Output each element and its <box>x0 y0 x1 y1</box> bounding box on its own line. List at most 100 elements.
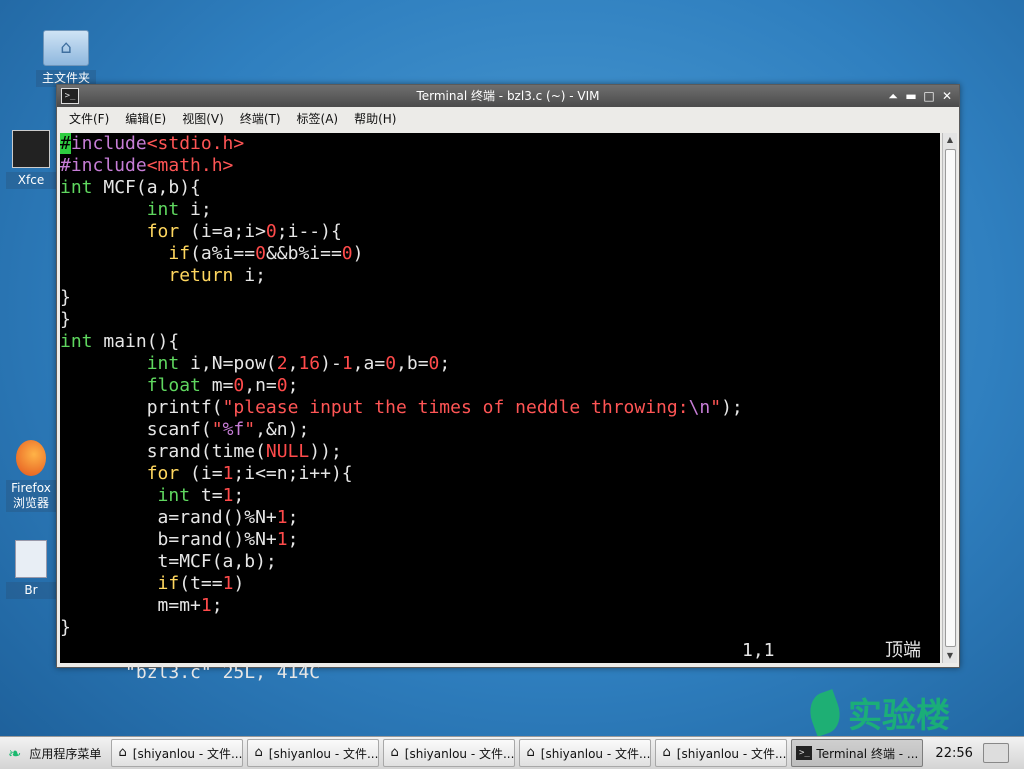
desktop-icon-firefox[interactable]: Firefox 浏览器 <box>6 440 56 512</box>
menu-view[interactable]: 视图(V) <box>174 107 232 131</box>
code-line: b=rand()%N+1; <box>60 529 743 551</box>
code-token-num: 0 <box>385 353 397 374</box>
taskbar-task-label: [shiyanlou - 文件... <box>268 746 379 761</box>
scroll-up-icon[interactable]: ▲ <box>943 133 957 147</box>
app-menu-button[interactable]: ❧ 应用程序菜单 <box>0 739 107 767</box>
vim-status-line: "bzl3.c" 25L, 414C 1,1 顶端 <box>60 640 940 683</box>
tray-keyboard-icon[interactable] <box>983 743 1010 763</box>
folder-icon: ⌂ <box>390 745 399 760</box>
code-token: ); <box>721 397 743 418</box>
code-token: ; <box>287 529 299 550</box>
code-line: if(a%i==0&&b%i==0) <box>60 243 743 265</box>
menu-tabs[interactable]: 标签(A) <box>289 107 347 131</box>
taskbar-task-label: [shiyanlou - 文件... <box>132 746 243 761</box>
code-token-type: float <box>146 375 201 396</box>
maximize-icon[interactable]: □ <box>921 88 937 104</box>
code-line: t=MCF(a,b); <box>60 551 743 573</box>
code-token: ; <box>287 507 299 528</box>
watermark-text: 实验楼 <box>848 696 950 736</box>
code-token-str: " <box>244 419 256 440</box>
menu-file[interactable]: 文件(F) <box>61 107 117 131</box>
close-icon[interactable]: ✕ <box>939 88 955 104</box>
code-token-sc: %f <box>222 419 245 440</box>
code-token: } <box>60 617 71 638</box>
desktop-icon-home[interactable]: 主文件夹 <box>36 30 96 87</box>
code-token-type: int <box>60 331 93 352</box>
code-token: } <box>60 287 71 308</box>
code-token-num: NULL <box>265 441 310 462</box>
scroll-down-icon[interactable]: ▼ <box>943 649 957 663</box>
menu-edit[interactable]: 编辑(E) <box>117 107 174 131</box>
code-token: MCF(a,b){ <box>92 177 201 198</box>
code-token: (i=a;i> <box>179 221 266 242</box>
code-line: #include<math.h> <box>60 155 743 177</box>
code-token-pre: include <box>70 133 147 154</box>
code-token: (a%i== <box>190 243 256 264</box>
home-folder-icon <box>43 30 89 66</box>
code-line: #include<stdio.h> <box>60 133 743 155</box>
code-token-str: "please input the times of neddle throwi… <box>222 397 689 418</box>
menu-help[interactable]: 帮助(H) <box>346 107 404 131</box>
code-token-num: 1 <box>222 485 234 506</box>
code-token: (i= <box>179 463 223 484</box>
desktop-icon-label: Br <box>6 582 56 599</box>
taskbar-task-button[interactable]: ⌂ [shiyanlou - 文件... <box>383 739 516 767</box>
code-token: t=MCF(a,b); <box>60 551 277 572</box>
code-token: ) <box>233 573 245 594</box>
terminal-app-icon[interactable]: >_ <box>61 88 79 104</box>
code-token-pre: #include <box>60 155 147 176</box>
code-token: (t== <box>179 573 223 594</box>
desktop-icon-xfce[interactable]: Xfce <box>6 130 56 189</box>
folder-icon: ⌂ <box>118 745 127 760</box>
code-token: ,b= <box>396 353 429 374</box>
editor-buffer[interactable]: #include<stdio.h> #include<math.h> int MCF… <box>60 133 743 639</box>
code-line: for (i=1;i<=n;i++){ <box>60 463 743 485</box>
firefox-icon <box>16 440 46 476</box>
taskbar-task-button[interactable]: ⌂ [shiyanlou - 文件... <box>655 739 788 767</box>
code-token: ,n= <box>244 375 277 396</box>
terminal-scrollbar[interactable]: ▲ ▼ <box>942 133 957 663</box>
taskbar-task-label: [shiyanlou - 文件... <box>540 746 651 761</box>
desktop-icon-browser[interactable]: Br <box>6 540 56 599</box>
code-token-num: 0 <box>233 375 245 396</box>
code-token: )- <box>320 353 342 374</box>
window-titlebar[interactable]: >_ Terminal 终端 - bzl3.c (~) - VIM ⏶ ▬ □ … <box>57 85 959 107</box>
code-token: ) <box>352 243 364 264</box>
desktop-icon-label: Firefox 浏览器 <box>6 480 56 512</box>
code-token-num: 1 <box>222 573 234 594</box>
code-token: } <box>60 309 71 330</box>
terminal-area[interactable]: #include<stdio.h> #include<math.h> int MCF… <box>60 133 940 683</box>
clock: 22:56 <box>935 745 973 761</box>
desktop-icon-label: Xfce <box>6 172 56 189</box>
code-token: a=rand()%N+ <box>60 507 277 528</box>
code-token: i; <box>179 199 212 220</box>
taskbar-task-button[interactable]: ⌂ [shiyanlou - 文件... <box>111 739 244 767</box>
taskbar-task-button[interactable]: ⌂ [shiyanlou - 文件... <box>519 739 652 767</box>
taskbar-task-button[interactable]: >_ Terminal 终端 - ... <box>791 739 924 767</box>
minimize-icon[interactable]: ▬ <box>903 88 919 104</box>
menu-terminal[interactable]: 终端(T) <box>232 107 289 131</box>
app-menu-label: 应用程序菜单 <box>29 746 102 761</box>
code-token-num: 0 <box>276 375 288 396</box>
code-token-type: int <box>146 353 180 374</box>
code-token-num: 16 <box>298 353 321 374</box>
code-token: i,N=pow( <box>179 353 277 374</box>
shade-icon[interactable]: ⏶ <box>885 88 901 104</box>
code-token: main(){ <box>92 331 180 352</box>
folder-icon: ⌂ <box>526 745 535 760</box>
code-token-num: 1 <box>276 529 288 550</box>
terminal-window[interactable]: >_ Terminal 终端 - bzl3.c (~) - VIM ⏶ ▬ □ … <box>56 84 960 683</box>
code-token-stmt: if <box>168 243 191 264</box>
scrollbar-thumb[interactable] <box>945 149 956 647</box>
code-line: m=m+1; <box>60 595 743 617</box>
taskbar-task-button[interactable]: ⌂ [shiyanlou - 文件... <box>247 739 380 767</box>
code-token: , <box>287 353 299 374</box>
code-line: return i; <box>60 265 743 287</box>
code-line: srand(time(NULL)); <box>60 441 743 463</box>
code-line: float m=0,n=0; <box>60 375 743 397</box>
code-token-stmt: return <box>168 265 234 286</box>
